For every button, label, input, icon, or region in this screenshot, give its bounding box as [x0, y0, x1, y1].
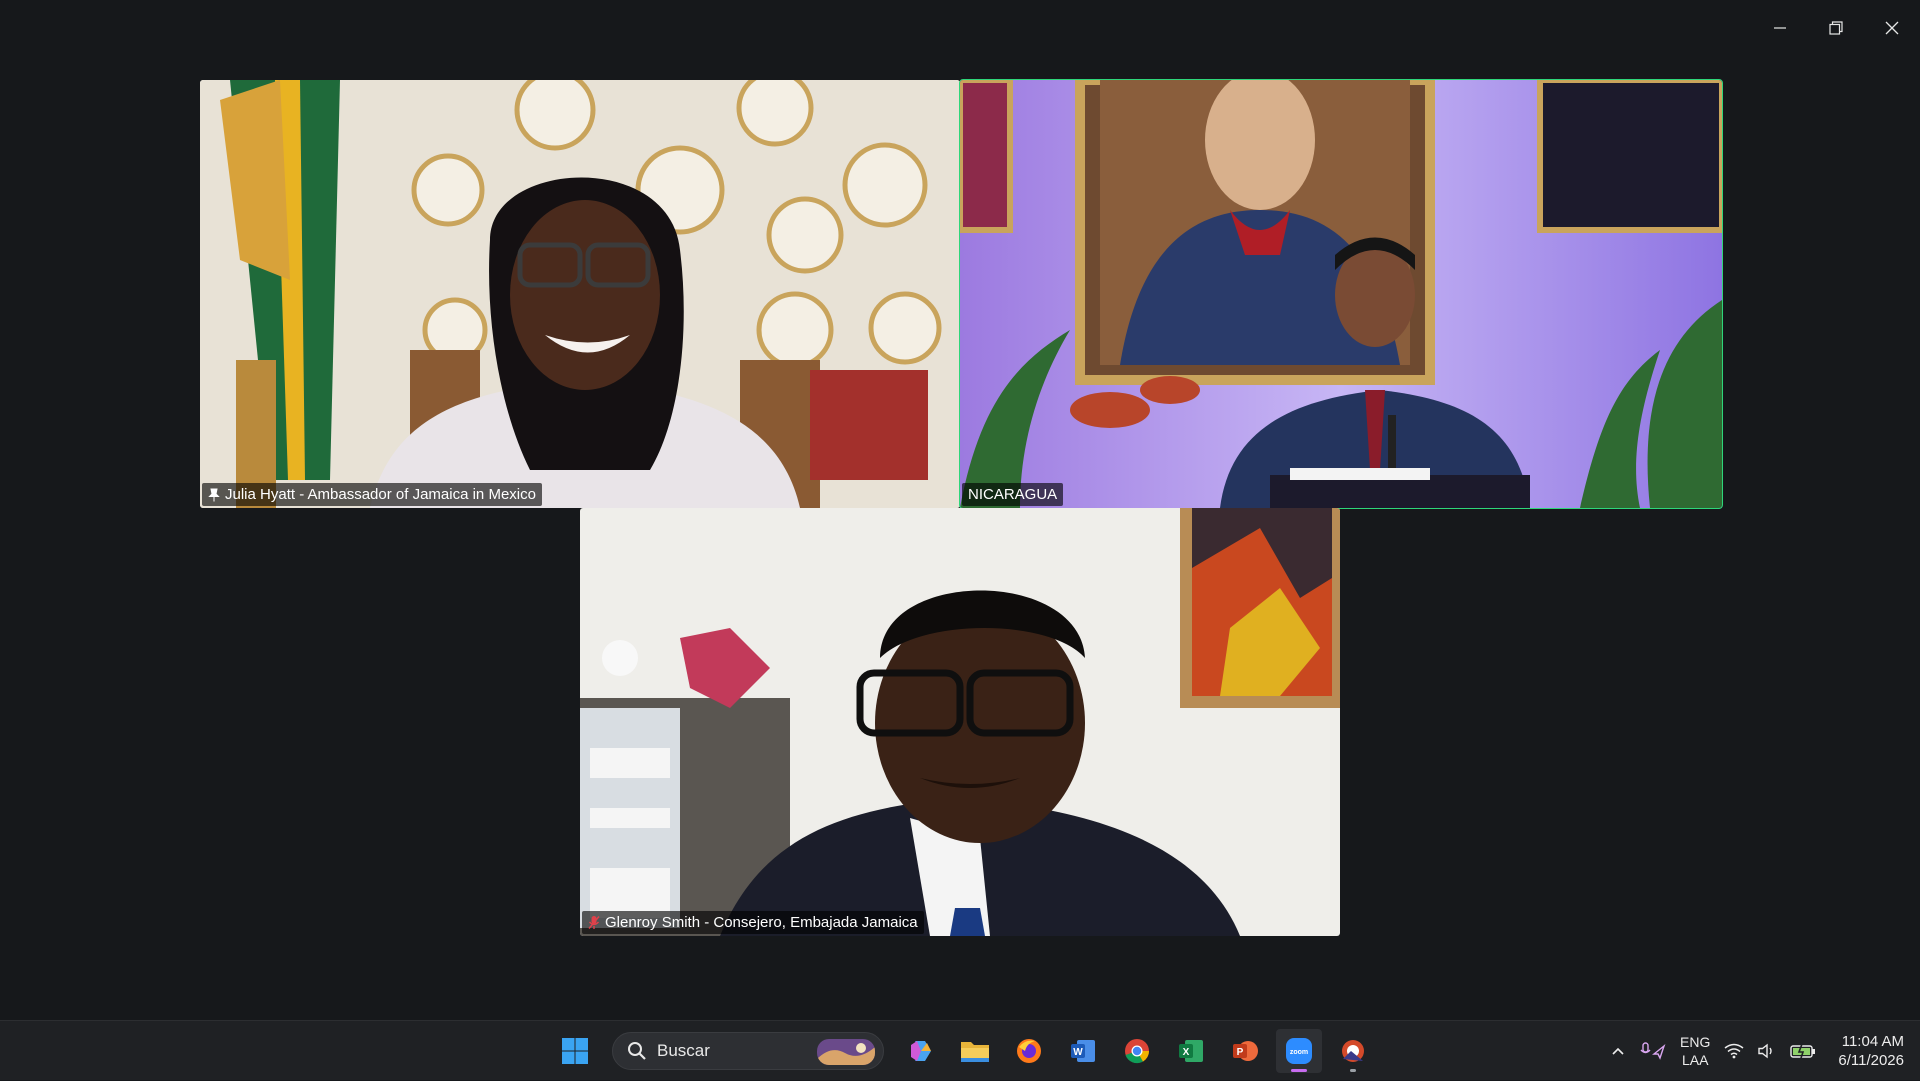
- input-language-button[interactable]: ENG LAA: [1680, 1033, 1710, 1069]
- speaker-icon: [1758, 1043, 1773, 1059]
- other-app-button[interactable]: [1330, 1029, 1376, 1073]
- participant-name-tag: NICARAGUA: [962, 483, 1064, 506]
- zoom-button[interactable]: zoom: [1276, 1029, 1322, 1073]
- firefox-icon: [1017, 1039, 1041, 1063]
- search-icon: [628, 1042, 646, 1060]
- participant-name-tag: Julia Hyatt - Ambassador of Jamaica in M…: [202, 483, 542, 506]
- copilot-button[interactable]: [898, 1029, 944, 1073]
- powerpoint-button[interactable]: P: [1222, 1029, 1268, 1073]
- close-button[interactable]: [1864, 0, 1920, 56]
- microphone-in-use-button[interactable]: [1640, 1042, 1666, 1060]
- show-hidden-icons-button[interactable]: [1610, 1043, 1626, 1059]
- active-app-indicator: [1291, 1069, 1307, 1072]
- file-explorer-button[interactable]: [952, 1029, 998, 1073]
- keyboard-layout: LAA: [1681, 1052, 1709, 1068]
- excel-button[interactable]: X: [1168, 1029, 1214, 1073]
- language-code: ENG: [1680, 1034, 1711, 1050]
- svg-text:P: P: [1237, 1047, 1244, 1058]
- pin-icon: [208, 488, 220, 502]
- excel-icon: X: [1179, 1040, 1203, 1062]
- windows-start-icon: [562, 1038, 588, 1064]
- video-tile-glenroy-smith[interactable]: Glenroy Smith - Consejero, Embajada Jama…: [580, 508, 1340, 936]
- participant-video: [960, 80, 1722, 508]
- svg-text:zoom: zoom: [1290, 1049, 1308, 1056]
- participant-video: [200, 80, 960, 508]
- svg-text:X: X: [1183, 1047, 1190, 1058]
- close-icon: [1885, 21, 1899, 35]
- clock-date: 6/11/2026: [1838, 1052, 1904, 1069]
- chrome-button[interactable]: [1114, 1029, 1160, 1073]
- zoom-meeting-window: Julia Hyatt - Ambassador of Jamaica in M…: [0, 0, 1920, 1020]
- minimize-icon: [1774, 27, 1786, 29]
- restore-button[interactable]: [1808, 0, 1864, 56]
- firefox-button[interactable]: [1006, 1029, 1052, 1073]
- chrome-icon: [1125, 1039, 1150, 1064]
- video-tile-nicaragua[interactable]: NICARAGUA: [959, 79, 1723, 509]
- minimize-button[interactable]: [1752, 0, 1808, 56]
- participant-name: Julia Hyatt - Ambassador of Jamaica in M…: [225, 486, 536, 503]
- powerpoint-icon: P: [1233, 1041, 1258, 1061]
- network-button[interactable]: [1724, 1043, 1744, 1059]
- running-app-indicator: [1350, 1069, 1356, 1072]
- volume-button[interactable]: [1758, 1043, 1776, 1059]
- participant-video: [580, 508, 1340, 936]
- microphone-location-icon: [1640, 1042, 1666, 1060]
- video-tile-julia-hyatt[interactable]: Julia Hyatt - Ambassador of Jamaica in M…: [200, 80, 960, 508]
- battery-charging-icon: [1790, 1043, 1816, 1059]
- start-button[interactable]: [552, 1029, 598, 1073]
- clock-time: 11:04 AM: [1841, 1033, 1904, 1050]
- folder-icon: [961, 1042, 989, 1062]
- taskbar: Buscar W X P zoom ENG LAA 11:04 AM 6/11/…: [0, 1020, 1920, 1080]
- window-controls: [1752, 0, 1920, 56]
- word-button[interactable]: W: [1060, 1029, 1106, 1073]
- word-icon: W: [1071, 1040, 1095, 1062]
- muted-mic-icon: [588, 915, 600, 930]
- participant-name: NICARAGUA: [968, 486, 1058, 503]
- clock-button[interactable]: 11:04 AM 6/11/2026: [1838, 1032, 1904, 1070]
- search-highlight-image: [817, 1039, 875, 1065]
- chevron-up-icon: [1612, 1047, 1624, 1055]
- participant-name: Glenroy Smith - Consejero, Embajada Jama…: [605, 914, 918, 931]
- taskbar-apps: Buscar W X P zoom: [552, 1029, 1376, 1073]
- wifi-icon: [1724, 1043, 1744, 1059]
- battery-button[interactable]: [1790, 1043, 1816, 1059]
- search-placeholder: Buscar: [657, 1041, 710, 1060]
- copilot-icon: [911, 1041, 931, 1061]
- taskbar-search[interactable]: Buscar: [612, 1032, 884, 1070]
- app-icon: [1342, 1040, 1364, 1062]
- system-tray: ENG LAA 11:04 AM 6/11/2026: [1610, 1021, 1904, 1081]
- zoom-icon: zoom: [1286, 1038, 1312, 1064]
- restore-icon: [1829, 21, 1843, 35]
- svg-text:W: W: [1073, 1047, 1083, 1058]
- participant-name-tag: Glenroy Smith - Consejero, Embajada Jama…: [582, 911, 924, 934]
